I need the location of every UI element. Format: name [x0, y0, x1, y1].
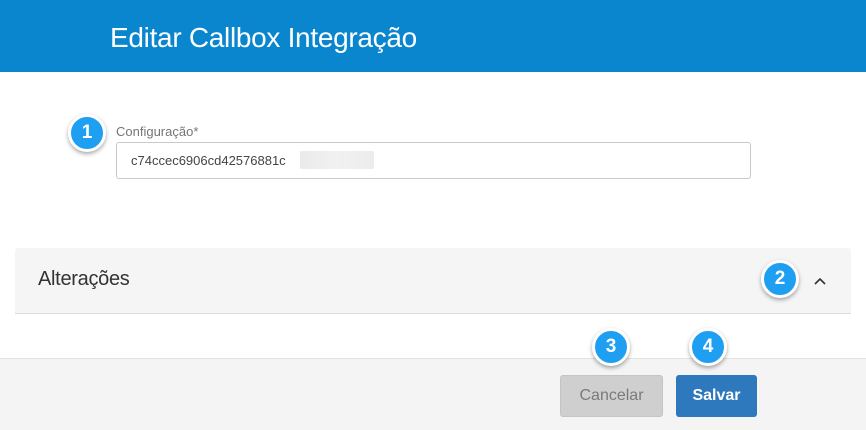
callout-marker-2: 2 — [761, 260, 799, 298]
callout-marker-4: 4 — [689, 328, 727, 366]
callout-marker-3: 3 — [592, 328, 630, 366]
section-title: Alterações — [38, 268, 130, 290]
edit-dialog: Editar Callbox Integração Configuração* … — [0, 0, 866, 430]
redacted-text-mask — [300, 151, 374, 169]
callout-marker-1: 1 — [68, 114, 106, 152]
page-title: Editar Callbox Integração — [110, 22, 417, 53]
dialog-footer: Cancelar Salvar — [0, 358, 866, 430]
dialog-header: Editar Callbox Integração — [0, 0, 866, 72]
cancel-button[interactable]: Cancelar — [560, 375, 663, 417]
config-field[interactable] — [116, 142, 751, 179]
save-button[interactable]: Salvar — [676, 375, 757, 417]
chevron-up-icon[interactable] — [811, 272, 829, 290]
changes-section-header[interactable]: Alterações — [15, 248, 851, 314]
config-field-label: Configuração* — [116, 124, 199, 139]
